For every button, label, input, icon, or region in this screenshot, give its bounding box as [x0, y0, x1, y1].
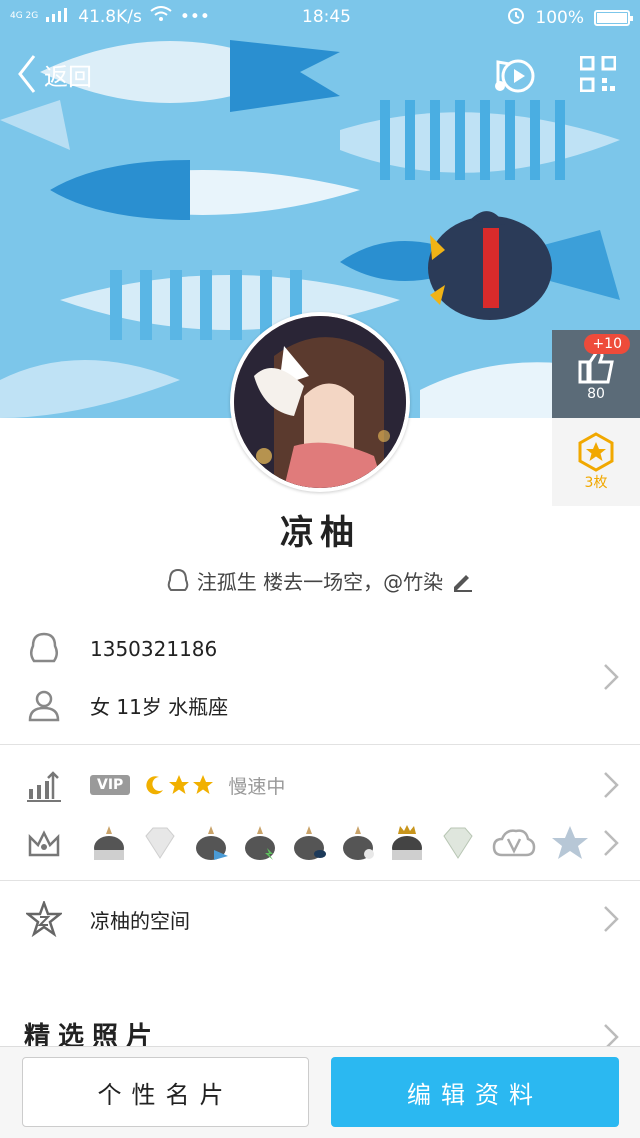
like-button[interactable]: +10 80 [552, 330, 640, 418]
avatar[interactable] [230, 312, 410, 492]
level-moon-star-icon [144, 774, 214, 796]
chevron-right-icon [604, 906, 619, 932]
clock: 18:45 [302, 7, 351, 27]
qzone-row[interactable]: 凉柚的空间 [0, 898, 640, 940]
edit-pencil-icon[interactable] [451, 570, 473, 592]
badges-row[interactable] [0, 820, 640, 866]
qq-penguin-icon [30, 632, 58, 663]
medal-label: 3枚 [584, 475, 608, 491]
more-dots-icon: ••• [179, 6, 210, 27]
back-button[interactable]: 返回 [16, 54, 92, 94]
divider [0, 744, 640, 745]
crown-icon [28, 830, 60, 857]
status-bar: 4G 2G 41.8K/s ••• 18:45 100% [0, 0, 640, 34]
signature-row[interactable]: 注孤生 楼去一场空，@竹染 [0, 566, 640, 595]
cloud-v-badge-icon [492, 829, 536, 857]
side-panel: +10 80 3枚 [552, 330, 640, 506]
diamond-badge-icon [145, 827, 175, 859]
level-row[interactable]: VIP 慢速中 [0, 764, 640, 806]
star-badge-icon [552, 826, 588, 859]
badge-list [92, 824, 589, 862]
signal-icon [46, 6, 70, 27]
like-count: 80 [587, 386, 605, 402]
avatar-image [234, 316, 406, 488]
qq-number: 1350321186 [90, 637, 218, 661]
penguin-badge-icon [196, 826, 228, 860]
penguin-badge-icon [343, 826, 374, 860]
qr-code-icon[interactable] [579, 55, 617, 100]
alarm-icon [507, 6, 525, 29]
bottom-action-bar: 个性名片 编辑资料 [0, 1046, 640, 1138]
battery-percent: 100% [535, 7, 584, 28]
divider [0, 880, 640, 881]
network-speed: 41.8K/s [78, 6, 142, 27]
chevron-right-icon[interactable] [602, 662, 620, 692]
signature-text: 注孤生 楼去一场空，@竹染 [196, 570, 444, 594]
profile-name: 凉柚 [280, 513, 360, 553]
chevron-right-icon [604, 772, 619, 798]
crown-penguin-badge-icon [392, 825, 422, 860]
edit-profile-button[interactable]: 编辑资料 [331, 1057, 619, 1127]
vip-badge: VIP [90, 775, 131, 795]
basic-info: 女 11岁 水瓶座 [90, 694, 229, 719]
like-badge: +10 [584, 334, 630, 354]
qq-number-row: 1350321186 [0, 628, 640, 670]
diamond-badge-icon [443, 827, 473, 859]
level-chart-icon [27, 771, 61, 802]
profile-screen: 4G 2G 41.8K/s ••• 18:45 100% 返回 +10 80 3… [0, 0, 640, 1138]
penguin-badge-icon [94, 826, 124, 860]
back-label: 返回 [44, 62, 92, 91]
basic-info-row: 女 11岁 水瓶座 [0, 684, 640, 726]
qq-penguin-icon [167, 568, 189, 591]
battery-icon [594, 9, 633, 26]
medal-button[interactable]: 3枚 [552, 418, 640, 506]
qzone-label: 凉柚的空间 [90, 908, 190, 933]
wifi-icon [150, 6, 172, 27]
profile-card-button[interactable]: 个性名片 [22, 1057, 309, 1127]
avatar-illustration [234, 316, 406, 488]
penguin-badge-icon [245, 826, 275, 860]
qzone-star-icon [26, 901, 62, 937]
chevron-right-icon [604, 830, 619, 856]
network-indicator: 4G 2G [10, 11, 39, 21]
chevron-left-icon [18, 55, 36, 93]
music-play-icon[interactable] [492, 56, 536, 100]
user-icon [28, 690, 60, 722]
medal-star-icon [578, 432, 614, 472]
speed-status: 慢速中 [228, 775, 286, 798]
penguin-badge-icon [294, 826, 326, 860]
